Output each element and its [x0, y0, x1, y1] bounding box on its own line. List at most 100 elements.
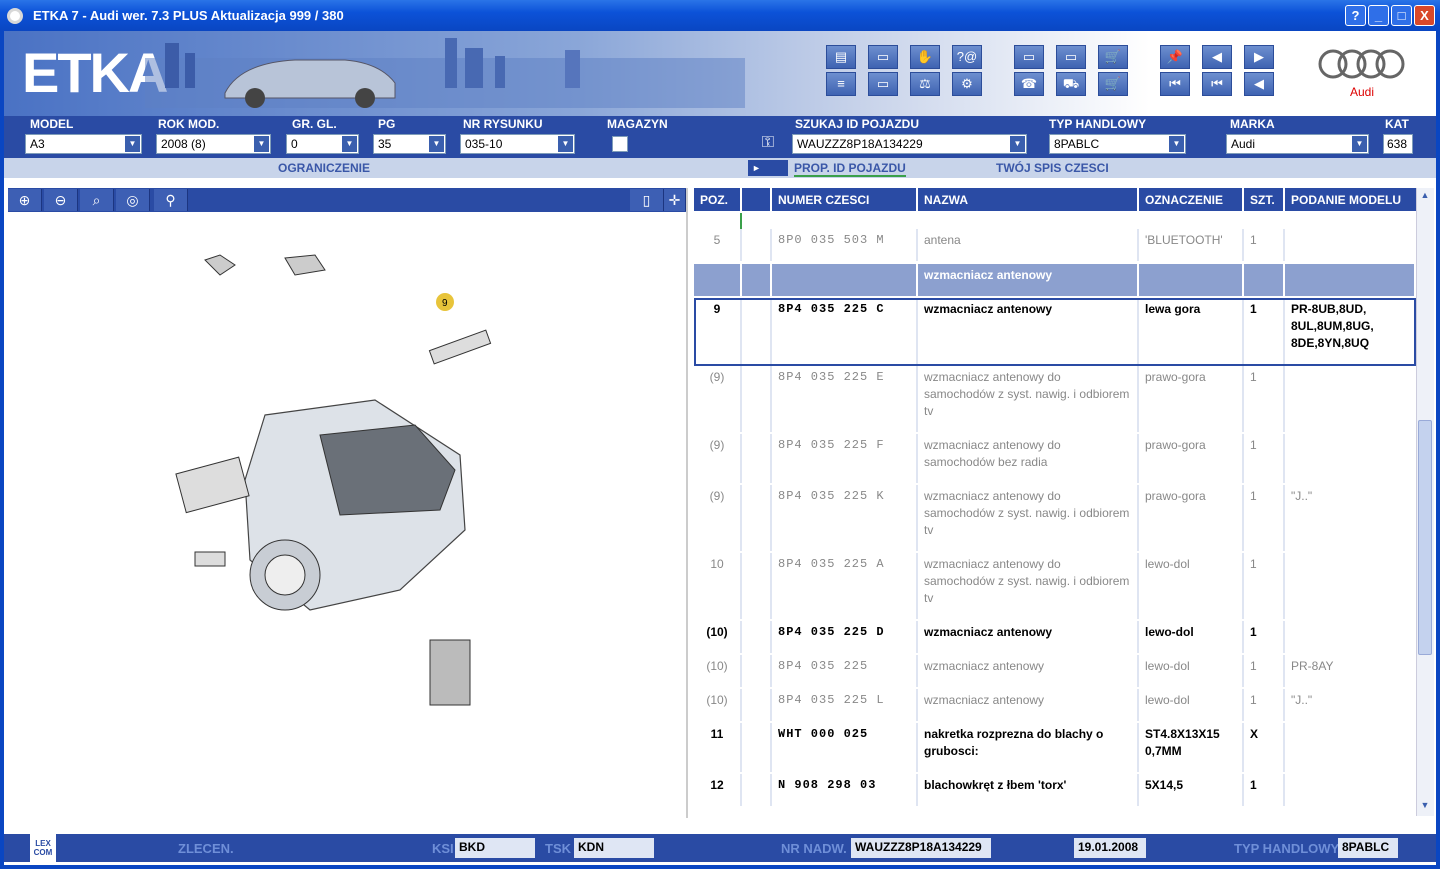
pin-icon[interactable]: 📌	[1160, 45, 1190, 69]
gr-label: GR. GL.	[292, 117, 337, 131]
list-icon[interactable]: ≡	[826, 72, 856, 96]
layout-icon[interactable]: ▯	[630, 189, 664, 211]
handshake-icon[interactable]: ✋	[910, 45, 940, 69]
typ-status-label: TYP HANDLOWY	[1234, 841, 1340, 856]
scroll-up-icon[interactable]: ▲	[1418, 190, 1432, 204]
key-icon[interactable]: ⚿	[748, 134, 788, 154]
nr-select[interactable]: 035-10 ▼	[460, 134, 575, 154]
table-cell: prawo-gora	[1139, 485, 1244, 551]
help-button[interactable]: ?	[1345, 5, 1366, 26]
left-icon[interactable]: ◀	[1244, 72, 1274, 96]
table-cell: 1	[1244, 553, 1285, 619]
table-row[interactable]: (10) 8P4 035 225 Lwzmacniacz antenowy lewo…	[694, 689, 1416, 723]
first-icon[interactable]: ⏮	[1160, 72, 1190, 96]
model-select[interactable]: A3 ▼	[25, 134, 142, 154]
table-cell: wzmacniacz antenowy	[918, 689, 1139, 721]
table-cell: 8P4 035 225 C	[772, 298, 918, 364]
search-icon[interactable]: ⚲	[154, 189, 188, 211]
app-icon[interactable]	[7, 7, 23, 24]
col-blank[interactable]	[742, 188, 772, 211]
zoom-out-icon[interactable]: ⊖	[44, 189, 78, 211]
nora-icon[interactable]: ▭	[868, 72, 898, 96]
cart-add-icon[interactable]: 🛒	[1098, 45, 1128, 69]
ograniczenie-link[interactable]: OGRANICZENIE	[278, 161, 370, 175]
table-cell: 10	[694, 553, 742, 619]
chevron-down-icon[interactable]: ▼	[1169, 136, 1184, 152]
table-cell: wzmacniacz antenowy do samochodów z syst…	[918, 485, 1139, 551]
scroll-down-icon[interactable]: ▼	[1418, 800, 1432, 814]
print-icon[interactable]: ▤	[826, 45, 856, 69]
prop-arrow-icon[interactable]: ►	[748, 160, 788, 176]
table-cell: 12	[694, 774, 742, 806]
next-page-icon[interactable]: ▶	[1244, 45, 1274, 69]
date-value: 19.01.2008	[1074, 838, 1146, 858]
chevron-down-icon[interactable]: ▼	[1010, 136, 1025, 152]
chevron-down-icon[interactable]: ▼	[254, 136, 269, 152]
elsa-icon[interactable]: ▭	[1014, 45, 1044, 69]
cart-icon[interactable]: 🛒	[1098, 72, 1128, 96]
table-cell: 11	[694, 723, 742, 772]
zoom-100-icon[interactable]: ◎	[116, 189, 150, 211]
rok-select[interactable]: 2008 (8) ▼	[156, 134, 271, 154]
typ-value: 8PABLC	[1054, 137, 1100, 151]
typ-select[interactable]: 8PABLC ▼	[1049, 134, 1186, 154]
car-search-icon[interactable]: ⛟	[1056, 72, 1086, 96]
chevron-down-icon[interactable]: ▼	[1352, 136, 1367, 152]
table-row[interactable]: wzmacniacz antenowy	[694, 264, 1416, 298]
chevron-down-icon[interactable]: ▼	[125, 136, 140, 152]
table-cell: wzmacniacz antenowy	[918, 621, 1139, 653]
col-numer[interactable]: NUMER CZESCI	[772, 188, 918, 211]
table-row[interactable]: 10 8P4 035 225 Awzmacniacz antenowy do sa…	[694, 553, 1416, 621]
table-row[interactable]: 12 N 908 298 03 blachowkręt z łbem 'torx' 5…	[694, 774, 1416, 808]
wheel-icon[interactable]: ⚙	[952, 72, 982, 96]
table-row[interactable]: (9) 8P4 035 225 Fwzmacniacz antenowy do s…	[694, 434, 1416, 485]
table-row[interactable]: 9 8P4 035 225 Cwzmacniacz antenowy lewa go…	[694, 298, 1416, 366]
gr-select[interactable]: 0 ▼	[286, 134, 359, 154]
chevron-down-icon[interactable]: ▼	[342, 136, 357, 152]
table-cell: X	[1244, 723, 1285, 772]
table-cell: prawo-gora	[1139, 366, 1244, 432]
maximize-button[interactable]: □	[1391, 5, 1412, 26]
resize-icon[interactable]: ✛	[664, 189, 686, 211]
zoom-in-icon[interactable]: ⊕	[8, 189, 42, 211]
table-cell: ST4.8X13X15 0,7MM	[1139, 723, 1244, 772]
col-poz[interactable]: POZ.	[694, 188, 742, 211]
pg-select[interactable]: 35 ▼	[373, 134, 446, 154]
col-nazwa[interactable]: NAZWA	[918, 188, 1139, 211]
scale-icon[interactable]: ⚖	[910, 72, 940, 96]
table-cell: (10)	[694, 621, 742, 653]
prev-page-icon[interactable]: ◀	[1202, 45, 1232, 69]
col-oznaczenie[interactable]: OZNACZENIE	[1139, 188, 1244, 211]
magazyn-checkbox[interactable]	[612, 136, 628, 152]
table-cell: 8P4 035 225 D	[772, 621, 918, 653]
help-mail-icon[interactable]: ?@	[952, 45, 982, 69]
phone-icon[interactable]: ☎	[1014, 72, 1044, 96]
kat-field[interactable]: 638	[1383, 134, 1413, 154]
back-icon[interactable]: ⏮	[1202, 72, 1232, 96]
close-button[interactable]: X	[1414, 5, 1435, 26]
scrollbar-thumb[interactable]	[1418, 420, 1432, 655]
ksi-value: BKD	[455, 838, 535, 858]
table-row[interactable]: (9) 8P4 035 225 Ewzmacniacz antenowy do s…	[694, 366, 1416, 434]
table-row[interactable]: (10) 8P4 035 225 Dwzmacniacz antenowy lewo…	[694, 621, 1416, 655]
screen-icon[interactable]: ▭	[868, 45, 898, 69]
vin-select[interactable]: WAUZZZ8P18A134229 ▼	[792, 134, 1027, 154]
table-cell: wzmacniacz antenowy do samochodów z syst…	[918, 553, 1139, 619]
chevron-down-icon[interactable]: ▼	[558, 136, 573, 152]
col-szt[interactable]: SZT.	[1244, 188, 1285, 211]
prop-id-tab[interactable]: PROP. ID POJAZDU	[794, 161, 906, 177]
col-podanie[interactable]: PODANIE MODELU	[1285, 188, 1416, 211]
zoom-area-icon[interactable]: ⌕	[80, 189, 114, 211]
chevron-down-icon[interactable]: ▼	[429, 136, 444, 152]
table-row[interactable]: (10) 8P4 035 225 wzmacniacz antenowy lewo-d…	[694, 655, 1416, 689]
marka-select[interactable]: Audi ▼	[1226, 134, 1369, 154]
spis-tab[interactable]: TWÓJ SPIS CZESCI	[996, 161, 1109, 175]
minimize-button[interactable]: _	[1368, 5, 1389, 26]
depot-icon[interactable]: ▭	[1056, 45, 1086, 69]
parts-diagram[interactable]: 9	[160, 250, 540, 770]
table-row[interactable]: (9) 8P4 035 225 Kwzmacniacz antenowy do s…	[694, 485, 1416, 553]
table-row[interactable]: 11 WHT 000 025 nakretka rozprezna do blach…	[694, 723, 1416, 774]
table-cell: 1	[1244, 434, 1285, 483]
table-cell	[742, 485, 772, 551]
table-row[interactable]: 5 8P0 035 503 Mantena 'BLUETOOTH' 1	[694, 229, 1416, 263]
